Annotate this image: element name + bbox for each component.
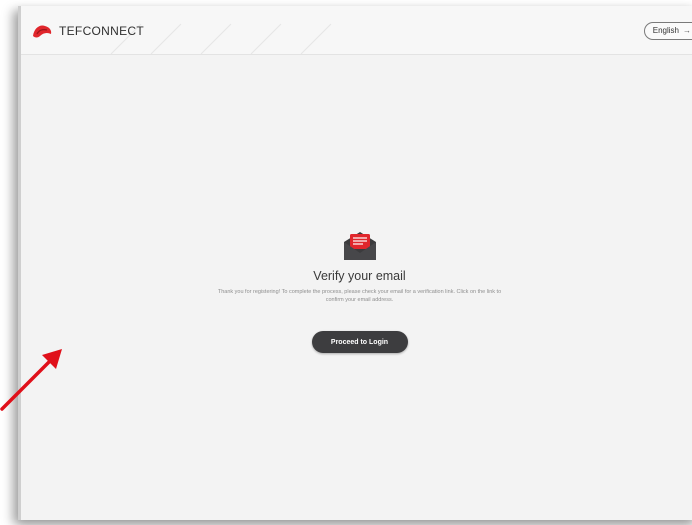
screenshot-stage: TEFCONNECT English → Verify your email T… (0, 0, 692, 525)
brand-name: TEFCONNECT (59, 24, 144, 38)
top-bar: TEFCONNECT English → (21, 6, 692, 55)
language-label: English (652, 26, 679, 35)
app-window: TEFCONNECT English → Verify your email T… (18, 6, 692, 520)
proceed-to-login-button[interactable]: Proceed to Login (311, 331, 408, 353)
verify-panel: Verify your email Thank you for register… (21, 228, 692, 353)
verification-message: Thank you for registering! To complete t… (217, 289, 502, 303)
page-title: Verify your email (313, 269, 406, 283)
language-selector[interactable]: English → (643, 22, 692, 40)
open-envelope-icon (343, 232, 376, 260)
arrow-right-icon: → (683, 26, 691, 35)
tefconnect-logo-icon (33, 25, 52, 38)
brand[interactable]: TEFCONNECT (31, 22, 144, 40)
red-arrow-annotation (0, 349, 62, 411)
